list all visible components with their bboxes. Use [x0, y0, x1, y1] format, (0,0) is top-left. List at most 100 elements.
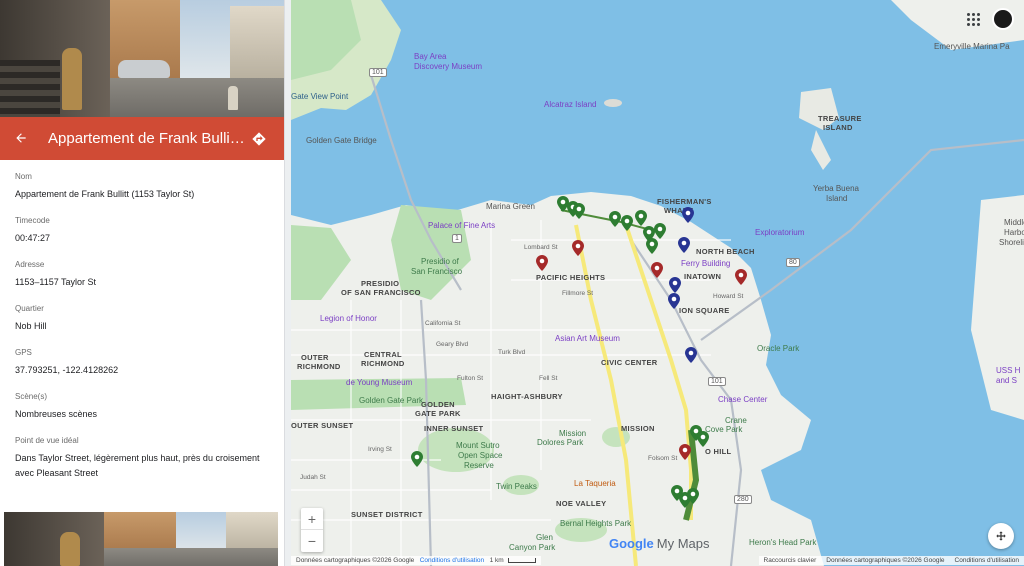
street-label: Irving St — [368, 446, 392, 453]
map-label: FISHERMAN'S — [657, 197, 712, 206]
scene-photo[interactable] — [0, 0, 284, 117]
map-label: SUNSET DISTRICT — [351, 510, 423, 519]
field-label: Point de vue idéal — [15, 436, 79, 445]
map-label: Emeryville Marina Pa — [934, 42, 1010, 51]
map-label: Mount Sutro — [456, 441, 500, 450]
map-pin-green[interactable] — [654, 223, 666, 239]
field-label: Adresse — [15, 260, 45, 269]
panel-divider[interactable] — [284, 0, 291, 566]
details-panel: Appartement de Frank Bullitt ... Nom App… — [0, 0, 284, 566]
field-value: Nombreuses scènes — [15, 409, 98, 419]
map-pin-blue[interactable] — [668, 293, 680, 309]
field-value: 00:47:27 — [15, 233, 51, 243]
locate-button[interactable] — [988, 523, 1014, 549]
map-label: NORTH BEACH — [696, 247, 755, 256]
back-arrow-icon[interactable] — [14, 130, 34, 148]
field-label: Quartier — [15, 304, 44, 313]
scale-bar — [507, 557, 536, 563]
attribution-text: Données cartographiques ©2026 Google — [826, 557, 945, 564]
highway-shield: 101 — [708, 377, 726, 386]
attribution-text: Données cartographiques ©2026 Google — [296, 557, 415, 564]
map-pin-red[interactable] — [651, 262, 663, 278]
field-label: Timecode — [15, 216, 50, 225]
terms-link[interactable]: Conditions d'utilisation — [955, 557, 1019, 564]
street-label: California St — [425, 320, 461, 327]
map-label: OUTER — [301, 353, 329, 362]
map-label: ION SQUARE — [679, 306, 730, 315]
map-pin-red[interactable] — [536, 255, 548, 271]
map-label: Harbor — [1004, 228, 1024, 237]
google-my-maps-logo: Google My Maps — [609, 536, 710, 551]
map-pin-green[interactable] — [621, 215, 633, 231]
my-maps-wordmark: My Maps — [656, 536, 710, 551]
street-label: Fillmore St — [562, 290, 594, 297]
map-label: La Taqueria — [574, 479, 616, 488]
street-label: Turk Blvd — [498, 349, 526, 356]
map-label: Bernal Heights Park — [560, 519, 632, 528]
map-label: Middle — [1004, 218, 1024, 227]
map-pin-green[interactable] — [697, 431, 709, 447]
scale-label[interactable]: 1 km — [490, 557, 504, 564]
map-pin-blue[interactable] — [669, 277, 681, 293]
map-label: Presidio of — [421, 257, 459, 266]
google-wordmark: Google — [609, 536, 654, 551]
map-attribution: Données cartographiques ©2026 Google Con… — [291, 556, 541, 565]
map-pin-green[interactable] — [573, 203, 585, 219]
directions-icon[interactable] — [248, 128, 270, 150]
field-value: 1153–1157 Taylor St — [15, 277, 97, 287]
user-avatar[interactable] — [992, 8, 1014, 30]
zoom-in-button[interactable]: + — [301, 508, 323, 530]
map-label: Twin Peaks — [496, 482, 537, 491]
field-label: Nom — [15, 172, 32, 181]
field-value: Appartement de Frank Bullitt (1153 Taylo… — [15, 189, 195, 199]
apps-grid-icon[interactable] — [962, 8, 984, 30]
map-pin-green[interactable] — [635, 210, 647, 226]
map-pin-blue[interactable] — [685, 347, 697, 363]
street-label: Judah St — [300, 474, 326, 481]
map-label: Open Space — [458, 451, 503, 460]
map-attribution-right: Raccourcis clavier Données cartographiqu… — [758, 556, 1024, 565]
zoom-out-button[interactable]: − — [301, 530, 323, 552]
map-top-controls — [962, 8, 1014, 30]
map-label: RICHMOND — [361, 359, 405, 368]
map-label: Alcatraz Island — [544, 100, 597, 109]
map-label: Palace of Fine Arts — [428, 221, 496, 230]
highway-shield: 1 — [452, 234, 462, 243]
shortcuts-link[interactable]: Raccourcis clavier — [764, 557, 817, 564]
map-label: USS H — [996, 366, 1021, 375]
map-label: CIVIC CENTER — [601, 358, 658, 367]
map-label: Gate View Point — [291, 92, 349, 101]
map-footer: Données cartographiques ©2026 Google Con… — [291, 555, 1024, 566]
map-label: Marina Green — [486, 202, 535, 211]
map-label: GATE PARK — [415, 409, 461, 418]
map-label: Heron's Head Park — [749, 538, 817, 547]
highway-shield: 101 — [369, 68, 387, 77]
map-label: Bay Area — [414, 52, 447, 61]
map-label: Ferry Building — [681, 259, 731, 268]
street-label: Fulton St — [457, 375, 484, 382]
map-pin-green[interactable] — [646, 238, 658, 254]
street-label: Lombard St — [524, 244, 558, 251]
field-label: Scène(s) — [15, 392, 48, 401]
field-timecode: Timecode 00:47:27 — [15, 216, 269, 246]
map-pin-green[interactable] — [411, 451, 423, 467]
map-label: Legion of Honor — [320, 314, 377, 323]
street-label: Howard St — [713, 293, 744, 300]
map-pin-blue[interactable] — [678, 237, 690, 253]
map-label: Asian Art Museum — [555, 334, 620, 343]
details-header: Appartement de Frank Bullitt ... — [0, 117, 284, 160]
map-label: Island — [826, 194, 848, 203]
map-pin-green[interactable] — [609, 211, 621, 227]
map-pin-red[interactable] — [735, 269, 747, 285]
map-pin-red[interactable] — [679, 444, 691, 460]
map-label: PACIFIC HEIGHTS — [536, 273, 606, 282]
zoom-control: + − — [301, 508, 323, 552]
scene-photo-2[interactable] — [4, 512, 278, 566]
street-label: Fell St — [539, 375, 558, 382]
map-pin-red[interactable] — [572, 240, 584, 256]
map-pin-blue[interactable] — [682, 207, 694, 223]
map-pin-green[interactable] — [687, 488, 699, 504]
map-canvas[interactable]: Emeryville Marina Pa Bay Area Discovery … — [291, 0, 1024, 566]
terms-link[interactable]: Conditions d'utilisation — [420, 557, 484, 564]
map-label: MISSION — [621, 424, 655, 433]
